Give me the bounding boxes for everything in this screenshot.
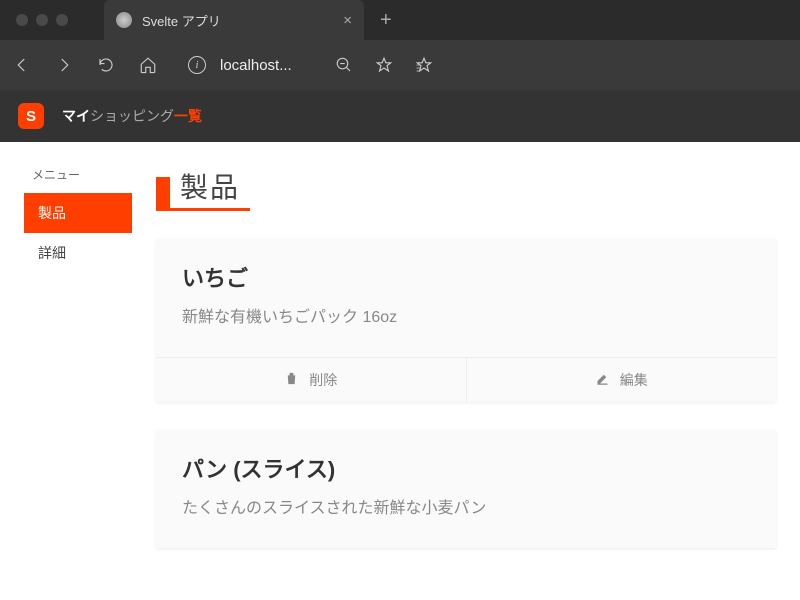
star-icon[interactable] [374, 55, 394, 75]
window-min-dot[interactable] [36, 14, 48, 26]
browser-tab[interactable]: Svelte アプリ × [104, 0, 364, 40]
product-card: パン (スライス) たくさんのスライスされた新鮮な小麦パン [156, 430, 776, 548]
card-body: いちご 新鮮な有機いちごパック 16oz [156, 239, 776, 357]
brand-part-1: マイ [62, 108, 90, 124]
address-bar[interactable]: i localhost... [188, 56, 292, 74]
accent-bar [156, 177, 170, 211]
edit-icon [595, 371, 610, 389]
page-title: 製品 [170, 166, 250, 211]
page-title-wrap: 製品 [156, 166, 776, 211]
sidebar-item-details[interactable]: 詳細 [24, 233, 132, 273]
product-desc: 新鮮な有機いちごパック 16oz [182, 303, 750, 327]
close-icon[interactable]: × [343, 12, 352, 29]
menu-label: メニュー [24, 166, 132, 183]
home-button[interactable] [138, 55, 158, 75]
product-name: パン (スライス) [182, 452, 750, 484]
app-header: S マイショッピング一覧 [0, 90, 800, 142]
refresh-button[interactable] [96, 55, 116, 75]
app-brand: マイショッピング一覧 [62, 106, 202, 126]
card-actions: 削除 編集 [156, 357, 776, 402]
card-body: パン (スライス) たくさんのスライスされた新鮮な小麦パン [156, 430, 776, 548]
tab-favicon [116, 12, 132, 28]
edit-button[interactable]: 編集 [466, 358, 777, 402]
info-icon[interactable]: i [188, 56, 206, 74]
zoom-out-icon[interactable] [334, 55, 354, 75]
titlebar: Svelte アプリ × + [0, 0, 800, 40]
tab-title: Svelte アプリ [142, 11, 333, 30]
favorites-list-icon[interactable] [414, 55, 434, 75]
product-card: いちご 新鮮な有機いちごパック 16oz 削除 編集 [156, 239, 776, 402]
browser-chrome: Svelte アプリ × + i localhost... [0, 0, 800, 90]
trash-icon [284, 371, 299, 389]
product-name: いちご [182, 261, 750, 293]
forward-button[interactable] [54, 55, 74, 75]
brand-part-2: ショッピング [90, 108, 174, 124]
address-text: localhost... [220, 57, 292, 74]
window-close-dot[interactable] [16, 14, 28, 26]
delete-button[interactable]: 削除 [156, 358, 466, 402]
product-desc: たくさんのスライスされた新鮮な小麦パン [182, 494, 750, 518]
sidebar-item-products[interactable]: 製品 [24, 193, 132, 233]
main: 製品 いちご 新鮮な有機いちごパック 16oz 削除 編集 パン (スライ [156, 166, 776, 576]
app-logo: S [18, 103, 44, 129]
sidebar: メニュー 製品 詳細 [24, 166, 132, 576]
edit-label: 編集 [620, 370, 648, 390]
delete-label: 削除 [309, 370, 337, 390]
new-tab-button[interactable]: + [380, 9, 392, 32]
window-controls [0, 14, 84, 26]
back-button[interactable] [12, 55, 32, 75]
window-max-dot[interactable] [56, 14, 68, 26]
browser-toolbar: i localhost... [0, 40, 800, 90]
content: メニュー 製品 詳細 製品 いちご 新鮮な有機いちごパック 16oz 削除 編集 [0, 142, 800, 600]
brand-part-3: 一覧 [174, 108, 202, 124]
